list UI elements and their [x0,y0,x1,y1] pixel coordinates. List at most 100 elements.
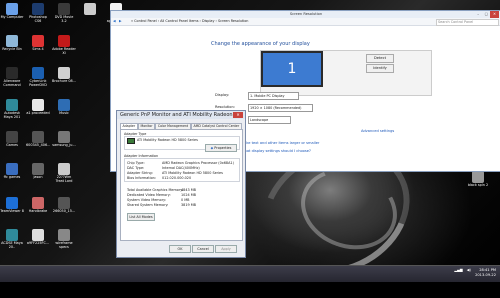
desktop-icon[interactable]: Alienware Command [0,66,24,89]
desktop-icon[interactable]: jason [26,162,50,185]
desktop-icon-image [32,197,44,209]
desktop-icon[interactable]: Adobe Reader XI [52,34,76,57]
maximize-icon[interactable]: ▢ [485,11,488,18]
desktop-icon[interactable]: samsung_ju... [52,130,76,153]
desktop-icon[interactable]: Brochure 08... [52,66,76,89]
info-adapter-string-value: ATI Mobility Radeon HD 5800 Series [162,171,223,175]
memory-shared-value: 3819 MB [181,203,196,207]
desktop-icon[interactable]: ffc games [0,162,24,185]
dialog-title-bar: Generic PnP Monitor and ATI Mobility Rad… [117,111,245,119]
memory-dedicated-value: 1024 MB [181,193,196,197]
resolution-label: Resolution: [215,105,235,109]
desktop-icon-image [32,229,44,241]
close-icon[interactable]: ✕ [490,11,499,18]
desktop-icon-image [32,99,44,111]
desktop-icon-label: jason [33,175,43,179]
desktop-icon[interactable]: a9FF225FC... [26,228,50,251]
breadcrumb[interactable]: « Control Panel › All Control Panel Item… [131,18,248,25]
desktop-icon-label: Recycle Bin [2,47,22,51]
desktop-icon-label: TeamViewer 8 [0,209,24,213]
apply-button[interactable]: Apply [215,245,237,253]
desktop-icon[interactable]: My Computer [0,2,24,25]
desktop-icon[interactable]: ACDSE Maya 20.. [0,228,24,251]
desktop-icon[interactable]: CyberLink PowerDVD [26,66,50,89]
desktop-icon-label: 266050_15... [52,209,76,213]
desktop-icon[interactable]: Sims 4 [26,34,50,57]
monitor-number: 1 [287,61,297,77]
ok-button[interactable]: OK [169,245,191,253]
info-bios-key: Bios Information: [127,176,156,180]
desktop-icon-image [32,35,44,47]
minimize-icon[interactable]: – [477,11,479,18]
desktop-icon-label: Alienware Command [3,79,21,87]
desktop-icon-image [32,163,44,175]
desktop-icon[interactable]: Games [0,130,24,153]
forward-icon[interactable]: ▶ [119,18,122,25]
page-heading: Change the appearance of your display [211,41,310,47]
desktop-icon[interactable]: wireframe specs [52,228,76,251]
cancel-button[interactable]: Cancel [192,245,214,253]
desktop-icon[interactable]: 600345_406... [26,130,50,153]
info-chip-type-key: Chip Type: [127,161,145,165]
taskbar: ▂▄▆ ◀) 28:41 PM 2013-09-22 [0,265,500,282]
desktop-icon-image [58,229,70,241]
network-icon[interactable]: ▂▄▆ [454,268,462,272]
desktop-icon[interactable] [78,2,102,25]
memory-shared-key: Shared System Memory: [127,203,169,207]
desktop-icon-image [58,3,70,15]
properties-button[interactable]: ◆ Properties [205,144,237,152]
desktop-icon-label: ACDSE Maya 20.. [1,241,23,249]
desktop-icon-label: black spin 2 [467,183,489,187]
desktop-icon-label: My Computer [0,15,24,19]
desktop-icon[interactable]: Recycle Bin [0,34,24,57]
desktop-icon[interactable]: Music [52,98,76,121]
desktop-icon[interactable]: 22??Wm Treat Lord [52,162,76,185]
desktop-icon[interactable]: Autodesk Maya 201 [0,98,24,121]
desktop-icon-image [6,3,18,15]
dialog-close-button[interactable]: ✕ [233,112,243,118]
desktop-icon[interactable]: TeamViewer 8 [0,196,24,219]
advanced-settings-link[interactable]: Advanced settings [361,129,394,133]
desktop-icon-label: Autodesk Maya 201 [3,111,21,119]
volume-icon[interactable]: ◀) [467,268,471,272]
desktop-icon[interactable]: Photoshop CS6 [26,2,50,25]
desktop-icon[interactable]: Handbrake [26,196,50,219]
resolution-select[interactable]: 1920 × 1080 (Recommended) [248,104,313,112]
display-select[interactable]: 1. Mobile PC Display [248,92,299,100]
desktop-icon-image [6,229,18,241]
detect-button[interactable]: Detect [366,54,394,63]
identify-button[interactable]: Identify [366,64,394,73]
desktop-icon-label: CyberLink PowerDVD [29,79,47,87]
desktop-icon-label: Handbrake [28,209,48,213]
back-icon[interactable]: ◀ [113,18,116,25]
desktop-icon-label: 22??Wm Treat Lord [55,175,73,183]
memory-system-value: 0 MB [181,198,190,202]
desktop-icon-image [58,197,70,209]
desktop-icon-image [6,197,18,209]
memory-total-key: Total Available Graphics Memory: [127,188,184,192]
desktop-icon[interactable]: a1 proceeded [26,98,50,121]
shield-icon: ◆ [210,146,214,150]
text-size-link[interactable]: Make text and other items larger or smal… [241,141,319,145]
adapter-chip-icon [127,138,135,144]
monitor-preview[interactable]: 1 [261,51,323,87]
window-title: Screen Resolution [289,12,323,16]
info-dac-type-key: DAC Type: [127,166,145,170]
desktop-icon[interactable]: 266050_15... [52,196,76,219]
desktop-icon[interactable]: black spin 2 [466,170,490,193]
desktop-icon-image [6,131,18,143]
desktop-icon-image [6,35,18,47]
clock-date[interactable]: 2013-09-22 [475,273,496,278]
list-all-modes-button[interactable]: List All Modes [127,213,155,221]
info-bios-value: 012.020.000.020 [162,176,192,180]
desktop-icon-image [58,99,70,111]
desktop-icon-label: Brochure 08... [52,79,76,83]
adapter-properties-dialog: Generic PnP Monitor and ATI Mobility Rad… [116,110,246,258]
display-help-link[interactable]: What display settings should I choose? [241,149,311,153]
desktop-icon-image [32,67,44,79]
orientation-select[interactable]: Landscape [248,116,291,124]
search-input[interactable]: Search Control Panel [436,19,499,26]
desktop-icon-image [32,131,44,143]
desktop-icon-label: Photoshop CS6 [29,15,47,23]
desktop-icon[interactable]: DVD Movie 3.2 [52,2,76,25]
